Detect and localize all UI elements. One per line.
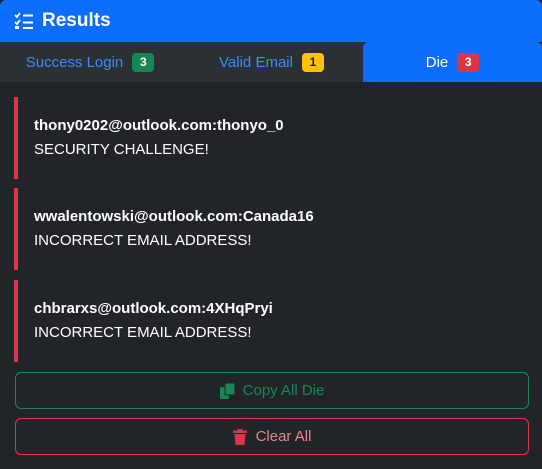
- list-item: chbrarxs@outlook.com:4XHqPryi INCORRECT …: [14, 280, 528, 362]
- account-credentials: wwalentowski@outlook.com:Canada16: [34, 208, 314, 225]
- account-credentials: chbrarxs@outlook.com:4XHqPryi: [34, 300, 273, 317]
- list-item: wwalentowski@outlook.com:Canada16 INCORR…: [14, 188, 528, 270]
- list-check-icon: [14, 11, 34, 31]
- clear-all-button[interactable]: Clear All: [15, 418, 529, 455]
- count-badge: 3: [132, 52, 155, 72]
- result-message: SECURITY CHALLENGE!: [34, 141, 209, 158]
- result-message: INCORRECT EMAIL ADDRESS!: [34, 324, 252, 341]
- tab-label: Die: [425, 53, 449, 71]
- results-tabs: Success Login 3 Valid Email 1 Die 3: [0, 42, 542, 82]
- count-badge: 1: [301, 52, 324, 72]
- tab-label: Success Login: [25, 53, 124, 71]
- copy-all-die-label: Copy All Die: [242, 382, 325, 399]
- copy-all-die-button[interactable]: Copy All Die: [15, 372, 529, 409]
- tab-valid-email[interactable]: Valid Email 1: [180, 42, 363, 82]
- list-item: thony0202@outlook.com:thonyo_0 SECURITY …: [14, 97, 528, 179]
- tab-success-login[interactable]: Success Login 3: [0, 42, 180, 82]
- copy-icon: [219, 382, 235, 399]
- trash-icon: [232, 428, 248, 445]
- count-badge: 3: [457, 52, 480, 72]
- results-title: Results: [42, 10, 111, 31]
- clear-all-label: Clear All: [255, 428, 312, 445]
- tab-die[interactable]: Die 3: [363, 42, 542, 82]
- result-message: INCORRECT EMAIL ADDRESS!: [34, 232, 252, 249]
- account-credentials: thony0202@outlook.com:thonyo_0: [34, 117, 284, 134]
- results-header: Results: [0, 0, 542, 42]
- results-panel: Results Success Login 3 Valid Email 1 Di…: [0, 0, 542, 469]
- tab-label: Valid Email: [219, 53, 293, 71]
